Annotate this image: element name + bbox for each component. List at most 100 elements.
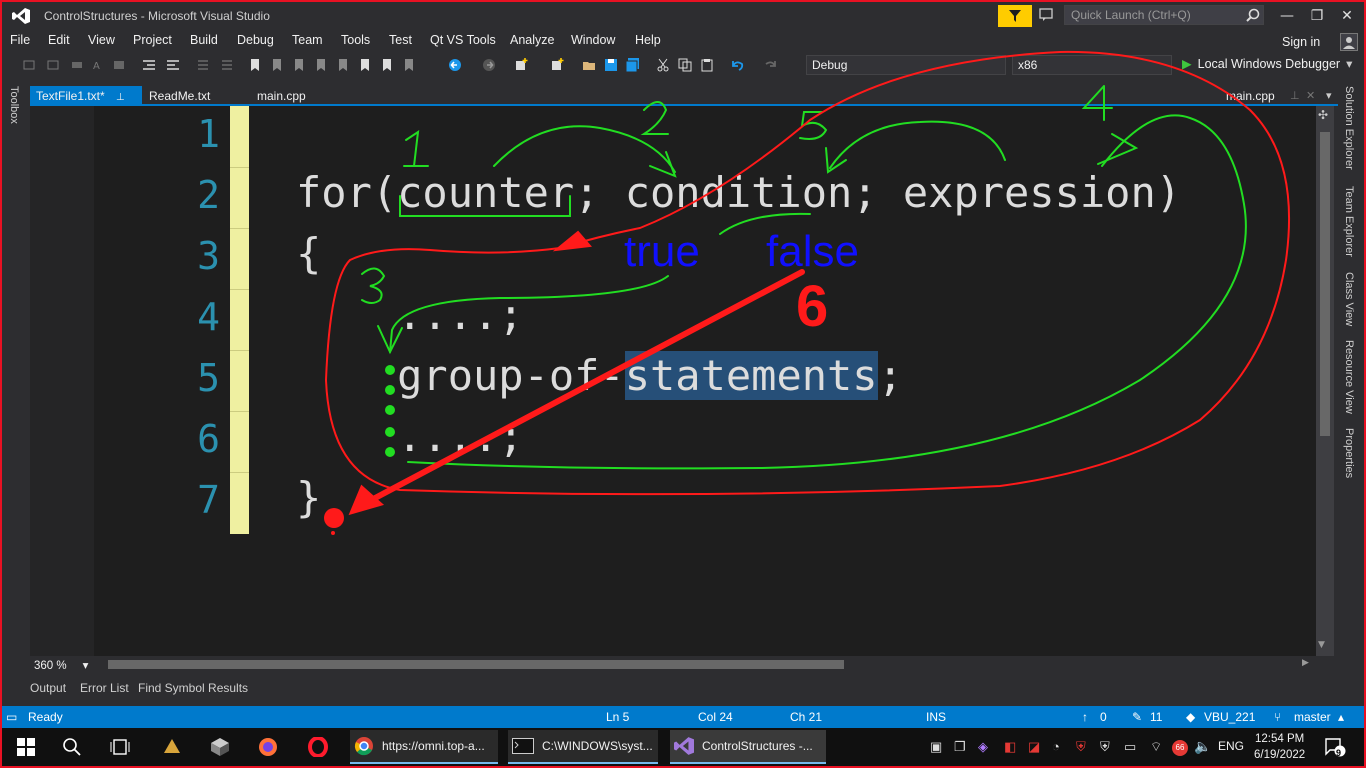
cut-icon[interactable] <box>656 58 670 72</box>
close-preview-icon[interactable]: ✕ <box>1300 86 1321 106</box>
tab-error-list[interactable]: Error List <box>80 681 129 695</box>
menu-file[interactable]: File <box>10 33 30 47</box>
maximize-button[interactable]: ❐ <box>1304 6 1330 26</box>
bookmark-doc-next-icon[interactable] <box>380 58 394 72</box>
team-explorer-tab[interactable]: Team Explorer <box>1343 186 1355 257</box>
menu-tools[interactable]: Tools <box>341 33 370 47</box>
pending-changes-count[interactable]: 11 <box>1150 710 1162 724</box>
class-view-tab[interactable]: Class View <box>1343 272 1355 326</box>
code-line-2[interactable]: for(counter; condition; expression) <box>296 168 1181 217</box>
new-project-icon[interactable] <box>514 58 528 72</box>
code-editor[interactable]: 1 2 3 4 5 6 7 for(counter; condition; ex… <box>30 106 1316 656</box>
format-icon[interactable]: A <box>92 58 106 72</box>
menu-view[interactable]: View <box>88 33 115 47</box>
copy-icon[interactable] <box>678 58 692 72</box>
menu-debug[interactable]: Debug <box>237 33 274 47</box>
sign-in-link[interactable]: Sign in <box>1282 35 1320 49</box>
tray-icon[interactable]: ❐ <box>954 739 966 755</box>
feedback-icon[interactable] <box>1039 8 1055 22</box>
properties-tab[interactable]: Properties <box>1343 428 1355 478</box>
navigate-back-icon[interactable] <box>448 58 462 72</box>
solution-configuration-dropdown[interactable]: Debug <box>806 55 1006 75</box>
code-line-5[interactable]: group-of-statements; <box>296 351 903 400</box>
bookmark-doc-prev-icon[interactable] <box>358 58 372 72</box>
next-bookmark-folder-icon[interactable] <box>336 58 350 72</box>
comment-icon[interactable] <box>196 58 210 72</box>
paste-icon[interactable] <box>700 58 714 72</box>
split-editor-icon[interactable]: ✣ <box>1318 108 1328 122</box>
branch-name[interactable]: master <box>1294 710 1331 724</box>
pencil-icon[interactable]: ✎ <box>1132 710 1142 724</box>
notification-center-icon[interactable] <box>1324 737 1346 757</box>
comment-out-icon[interactable] <box>220 58 234 72</box>
menu-window[interactable]: Window <box>571 33 615 47</box>
menu-test[interactable]: Test <box>389 33 412 47</box>
menu-team[interactable]: Team <box>292 33 323 47</box>
toolbar-grip-icon[interactable] <box>22 58 36 72</box>
start-debugging-button[interactable]: ▶ Local Windows Debugger ▾ <box>1182 56 1352 71</box>
menu-qt-vs-tools[interactable]: Qt VS Tools <box>430 33 496 47</box>
tab-textfile1[interactable]: TextFile1.txt* ⊥ ✕ <box>30 86 142 117</box>
tab-main-cpp[interactable]: main.cpp <box>251 86 312 106</box>
solution-explorer-tab[interactable]: Solution Explorer <box>1343 86 1355 170</box>
scroll-right-icon[interactable]: ▶ <box>1302 658 1309 668</box>
indent-icon[interactable] <box>142 58 156 72</box>
bookmark-toggle-icon[interactable] <box>46 58 60 72</box>
tray-icon[interactable]: ▭ <box>1124 739 1136 755</box>
menu-build[interactable]: Build <box>190 33 218 47</box>
wifi-icon[interactable]: ⌔ <box>1150 739 1162 755</box>
code-line-3[interactable]: { <box>296 229 321 278</box>
windows-start-icon[interactable] <box>16 737 36 757</box>
taskbar-cmd-window[interactable]: C:\WINDOWS\syst... <box>508 730 658 764</box>
solution-platform-dropdown[interactable]: x86 <box>1012 55 1172 75</box>
menu-edit[interactable]: Edit <box>48 33 70 47</box>
branch-icon[interactable]: ⑂ <box>1274 710 1281 724</box>
toolbox-tab[interactable]: Toolbox <box>8 86 20 124</box>
app-cube-icon[interactable] <box>210 737 230 757</box>
taskbar-visual-studio-window[interactable]: ControlStructures -... <box>670 730 826 764</box>
minimize-button[interactable]: — <box>1274 6 1300 26</box>
clear-bookmarks-icon[interactable] <box>402 58 416 72</box>
chevron-down-icon[interactable]: ▾ <box>1346 57 1352 71</box>
navigate-forward-icon[interactable] <box>482 58 496 72</box>
selected-text[interactable]: statements <box>624 351 878 400</box>
menu-help[interactable]: Help <box>635 33 661 47</box>
tab-main-cpp-preview[interactable]: main.cpp <box>1220 86 1281 106</box>
tray-icon[interactable]: ◔ <box>1052 739 1060 754</box>
menu-analyze[interactable]: Analyze <box>510 33 554 47</box>
vertical-scrollbar-thumb[interactable] <box>1320 132 1330 436</box>
resource-view-tab[interactable]: Resource View <box>1343 340 1355 414</box>
notifications-filter-button[interactable] <box>998 5 1032 27</box>
tab-readme[interactable]: ReadMe.txt <box>143 86 216 106</box>
push-icon[interactable]: ↑ <box>1082 710 1088 724</box>
volume-icon[interactable]: 🔈 <box>1194 738 1211 755</box>
output-window-icon[interactable]: ▭ <box>6 710 17 724</box>
code-line-6[interactable]: ....; <box>296 412 523 461</box>
tray-icon[interactable]: ◧ <box>1004 739 1016 755</box>
tray-badge[interactable]: 66 <box>1172 740 1188 756</box>
tab-find-symbol-results[interactable]: Find Symbol Results <box>138 681 248 695</box>
repository-icon[interactable]: ◆ <box>1186 710 1195 724</box>
add-item-icon[interactable] <box>550 58 564 72</box>
close-button[interactable]: ✕ <box>1334 6 1360 26</box>
tray-icon[interactable]: ◈ <box>978 739 988 755</box>
search-icon[interactable] <box>1246 8 1260 22</box>
app-pinned-icon[interactable] <box>162 737 182 757</box>
tab-list-dropdown-icon[interactable]: ▾ <box>1320 86 1338 106</box>
uncomment-icon[interactable] <box>70 58 84 72</box>
tray-icon[interactable]: ⛨ <box>1076 739 1086 755</box>
unpushed-count[interactable]: 0 <box>1100 710 1107 724</box>
open-file-icon[interactable] <box>582 58 596 72</box>
quick-launch-input[interactable]: Quick Launch (Ctrl+Q) <box>1064 5 1264 25</box>
tray-icon[interactable]: ◪ <box>1028 739 1040 755</box>
prev-bookmark-folder-icon[interactable] <box>314 58 328 72</box>
next-bookmark-icon[interactable] <box>292 58 306 72</box>
list-members-icon[interactable] <box>112 58 126 72</box>
redo-icon[interactable] <box>764 58 778 72</box>
search-icon[interactable] <box>62 737 82 757</box>
tab-output[interactable]: Output <box>30 681 66 695</box>
tray-icon[interactable]: ⛨ <box>1100 739 1110 755</box>
prev-bookmark-icon[interactable] <box>270 58 284 72</box>
save-all-icon[interactable] <box>626 58 640 72</box>
code-line-7[interactable]: } <box>296 473 321 522</box>
